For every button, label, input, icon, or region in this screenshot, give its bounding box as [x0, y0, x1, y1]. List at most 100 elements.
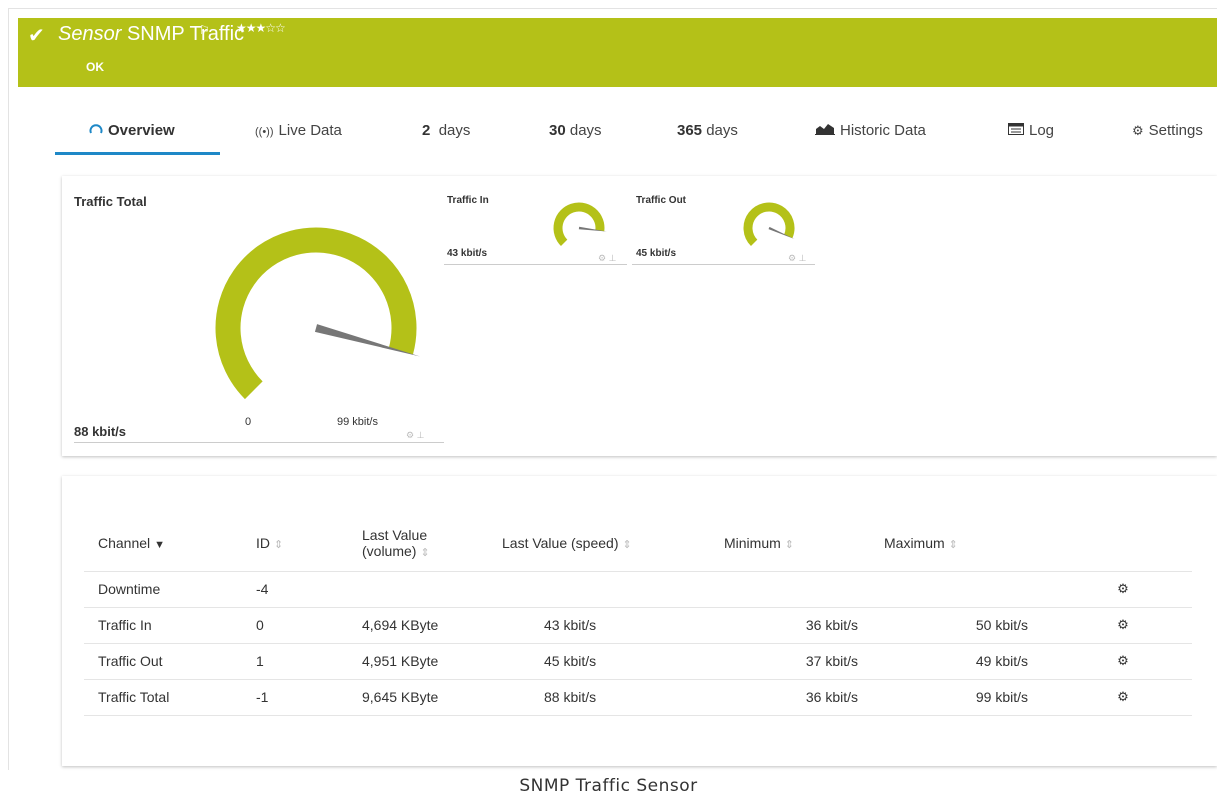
gauge-value-total: 88 kbit/s [74, 424, 127, 439]
gauge-arc [743, 202, 795, 247]
column-header-maximum[interactable]: Maximum ⇕ [870, 516, 1040, 572]
gauge-divider [444, 264, 627, 265]
tab-log[interactable]: Log [1008, 122, 1054, 139]
header-label: Last Value (speed) [502, 535, 619, 552]
gauge-title-in: Traffic In [447, 195, 489, 206]
gauge-divider [74, 442, 444, 443]
channels-table: Channel ▼ ID ⇕ Last Value (volume) ⇕ Last Va… [84, 516, 1192, 716]
sensor-name: SNMP Traffic [126, 23, 245, 45]
table-row[interactable]: Downtime -4 ⚙ [84, 571, 1192, 608]
cell-volume: 4,951 KByte [348, 643, 488, 680]
channel-settings-icon[interactable]: ⚙ [1040, 607, 1192, 644]
tab-historic-data[interactable]: Historic Data [815, 122, 926, 139]
check-icon: ✔ [28, 25, 45, 47]
cell-channel[interactable]: Traffic In [84, 607, 242, 644]
tab-label: days [438, 122, 471, 139]
sort-icon: ⇕ [948, 539, 958, 552]
cell-id: -1 [242, 679, 348, 716]
tab-label: Historic Data [840, 122, 926, 139]
table-row[interactable]: Traffic Out 1 4,951 KByte 45 kbit/s 37 k… [84, 643, 1192, 680]
sort-icon: ⇕ [622, 539, 632, 552]
header-label: Maximum [884, 535, 945, 552]
tab-number: 2 [422, 122, 431, 139]
cell-channel[interactable]: Downtime [84, 571, 242, 608]
chart-icon [815, 123, 835, 138]
header-label: ID [256, 535, 270, 552]
gauge-title-total: Traffic Total [74, 194, 147, 209]
column-header-speed[interactable]: Last Value (speed) ⇕ [488, 516, 710, 572]
channel-settings-icon[interactable]: ⚙ [1040, 571, 1192, 608]
cell-maximum [870, 571, 1040, 608]
sensor-header: ✔ Sensor SNMP Traffic ⚐ ★★★☆☆ OK [18, 18, 1217, 87]
channel-settings-icon[interactable]: ⚙ [1040, 679, 1192, 716]
cell-maximum: 50 kbit/s [870, 607, 1040, 644]
status-text: OK [86, 60, 104, 74]
sort-icon: ⇕ [274, 539, 284, 552]
cell-maximum: 99 kbit/s [870, 679, 1040, 716]
sensor-title: Sensor SNMP Traffic [58, 23, 244, 46]
column-header-channel[interactable]: Channel ▼ [84, 516, 242, 572]
gauge-value-out: 45 kbit/s [636, 248, 677, 259]
gauge-max-label: 99 kbit/s [337, 416, 378, 428]
column-header-id[interactable]: ID ⇕ [242, 516, 348, 572]
active-tab-indicator [55, 152, 220, 155]
cell-minimum: 36 kbit/s [710, 607, 870, 644]
gauge-out [743, 202, 795, 247]
tab-live-data[interactable]: ((•)) Live Data [255, 122, 342, 139]
column-header-minimum[interactable]: Minimum ⇕ [710, 516, 870, 572]
cell-speed [488, 571, 710, 608]
cell-id: -4 [242, 571, 348, 608]
table-row[interactable]: Traffic Total -1 9,645 KByte 88 kbit/s 3… [84, 679, 1192, 716]
sort-icon: ⇕ [420, 547, 430, 560]
tab-overview[interactable]: Overview [89, 122, 175, 139]
gauge-divider [632, 264, 815, 265]
cell-minimum: 37 kbit/s [710, 643, 870, 680]
gauge-title-out: Traffic Out [636, 195, 687, 206]
cell-id: 1 [242, 643, 348, 680]
tab-label: days [569, 122, 602, 139]
tab-30-days[interactable]: 30 days [549, 122, 602, 139]
gauge-tools[interactable]: ⚙ ⊥ [788, 253, 806, 264]
gauge-tools[interactable]: ⚙ ⊥ [406, 430, 424, 441]
tab-365-days[interactable]: 365 days [677, 122, 738, 139]
header-label: Minimum [724, 535, 781, 552]
table-header-row: Channel ▼ ID ⇕ Last Value (volume) ⇕ Last Va… [84, 516, 1192, 572]
tab-label: days [706, 122, 738, 139]
gear-icon: ⚙ [1132, 123, 1144, 138]
table-row[interactable]: Traffic In 0 4,694 KByte 43 kbit/s 36 kb… [84, 607, 1192, 644]
tab-settings[interactable]: ⚙ Settings [1132, 122, 1203, 139]
header-label: Last Value [362, 527, 428, 544]
cell-speed: 45 kbit/s [488, 643, 710, 680]
cell-id: 0 [242, 607, 348, 644]
cell-minimum: 36 kbit/s [710, 679, 870, 716]
gauge-tools[interactable]: ⚙ ⊥ [598, 253, 616, 264]
tab-2-days[interactable]: 2 days [422, 122, 470, 139]
cell-speed: 43 kbit/s [488, 607, 710, 644]
gauge-arc [553, 202, 605, 247]
header-label: Channel [98, 535, 151, 552]
column-header-volume[interactable]: Last Value (volume) ⇕ [348, 516, 488, 572]
sort-icon: ⇕ [784, 539, 794, 552]
priority-stars[interactable]: ★★★☆☆ [236, 21, 286, 35]
cell-channel[interactable]: Traffic Out [84, 643, 242, 680]
channel-settings-icon[interactable]: ⚙ [1040, 643, 1192, 680]
cell-volume: 9,645 KByte [348, 679, 488, 716]
column-header-actions [1040, 516, 1192, 572]
cell-maximum: 49 kbit/s [870, 643, 1040, 680]
cell-speed: 88 kbit/s [488, 679, 710, 716]
header-label: (volume) [362, 543, 417, 560]
cell-volume [348, 571, 488, 608]
channels-panel: Channel ▼ ID ⇕ Last Value (volume) ⇕ Last Va… [62, 476, 1217, 766]
gauge-arc [215, 227, 417, 400]
tab-label: Settings [1148, 122, 1203, 139]
cell-channel[interactable]: Traffic Total [84, 679, 242, 716]
sensor-type-label: Sensor [58, 23, 122, 45]
tab-number: 30 [549, 122, 566, 139]
gauge-in [553, 202, 607, 247]
log-icon [1008, 123, 1024, 138]
live-data-icon: ((•)) [255, 126, 274, 138]
tab-number: 365 [677, 122, 703, 139]
gauge-icon [89, 123, 103, 138]
flag-icon[interactable]: ⚐ [199, 23, 210, 37]
cell-volume: 4,694 KByte [348, 607, 488, 644]
